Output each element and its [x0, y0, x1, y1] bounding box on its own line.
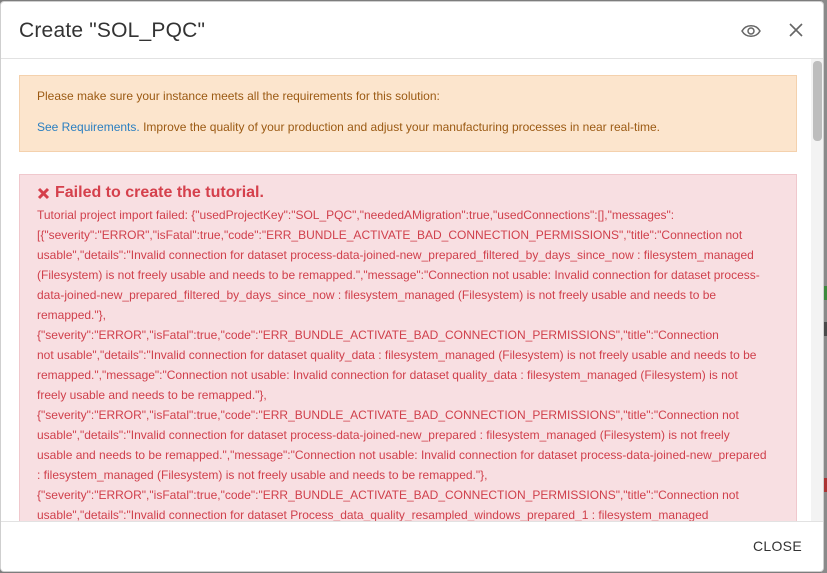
background-marker	[823, 478, 827, 492]
warning-description-line: See Requirements. Improve the quality of…	[37, 120, 660, 134]
close-icon[interactable]	[784, 20, 808, 42]
close-button[interactable]: CLOSE	[753, 538, 802, 554]
background-marker	[823, 322, 827, 336]
dialog-title: Create "SOL_PQC"	[19, 19, 206, 42]
requirements-warning: Please make sure your instance meets all…	[19, 75, 797, 152]
x-icon	[37, 187, 50, 200]
background-marker	[823, 286, 827, 300]
dialog-header: Create "SOL_PQC"	[1, 2, 823, 59]
warning-text: Please make sure your instance meets all…	[37, 89, 440, 103]
dialog-footer: CLOSE	[1, 521, 823, 571]
error-alert: Failed to create the tutorial. Tutorial …	[19, 174, 797, 521]
solution-description: Improve the quality of your production a…	[139, 120, 661, 134]
error-title-text: Failed to create the tutorial.	[55, 184, 264, 201]
dialog-body: Please make sure your instance meets all…	[1, 59, 823, 521]
create-dialog: Create "SOL_PQC" Please make sure your i…	[1, 2, 823, 571]
scrollbar[interactable]	[811, 59, 823, 521]
error-title: Failed to create the tutorial.	[37, 184, 264, 202]
eye-icon[interactable]	[739, 20, 763, 42]
error-message: Tutorial project import failed: {"usedPr…	[37, 208, 767, 521]
scrollbar-thumb[interactable]	[813, 61, 822, 141]
see-requirements-link[interactable]: See Requirements.	[37, 120, 140, 134]
